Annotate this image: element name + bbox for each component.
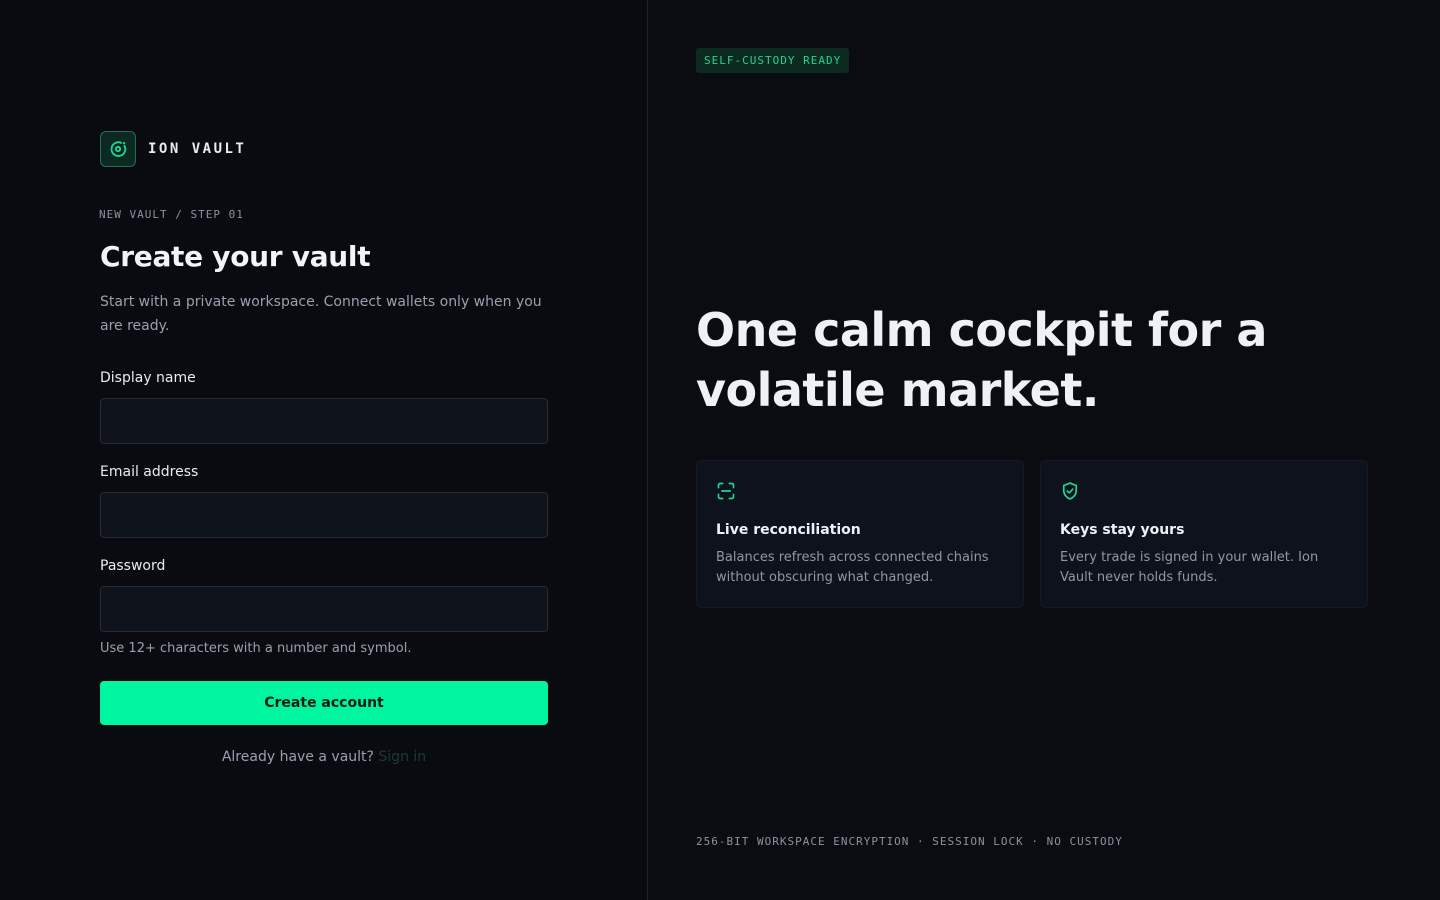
feature-card-keys: Keys stay yours Every trade is signed in… (1040, 460, 1368, 608)
signup-panel: ION VAULT NEW VAULT / STEP 01 Create you… (0, 0, 648, 900)
signup-page: ION VAULT NEW VAULT / STEP 01 Create you… (0, 0, 1440, 900)
feature-card-reconciliation: Live reconciliation Balances refresh acr… (696, 460, 1024, 608)
brand: ION VAULT (100, 131, 246, 167)
hero-headline: One calm cockpit for a volatile market. (696, 303, 1267, 417)
security-footer: 256-BIT WORKSPACE ENCRYPTION · SESSION L… (696, 835, 1123, 848)
step-indicator: NEW VAULT / STEP 01 (99, 208, 244, 221)
signin-row: Already have a vault? Sign in (100, 749, 548, 765)
password-label: Password (100, 558, 166, 574)
card-title: Live reconciliation (716, 522, 861, 538)
page-subtitle: Start with a private workspace. Connect … (100, 294, 542, 334)
email-label: Email address (100, 464, 199, 480)
scan-icon (716, 481, 736, 501)
email-input[interactable] (100, 492, 548, 538)
self-custody-badge: SELF-CUSTODY READY (696, 48, 850, 73)
promo-panel: SELF-CUSTODY READY One calm cockpit for … (648, 0, 1440, 900)
password-input[interactable] (100, 586, 548, 632)
shield-check-icon (1060, 481, 1080, 501)
display-name-label: Display name (100, 370, 196, 386)
create-account-button[interactable]: Create account (100, 681, 548, 725)
card-text: Every trade is signed in your wallet. Io… (1060, 550, 1319, 585)
signin-link[interactable]: Sign in (378, 749, 426, 765)
password-hint: Use 12+ characters with a number and sym… (100, 641, 412, 656)
page-title: Create your vault (100, 240, 371, 273)
card-title: Keys stay yours (1060, 522, 1185, 538)
display-name-input[interactable] (100, 398, 548, 444)
card-text: Balances refresh across connected chains… (716, 550, 989, 585)
orbit-icon (100, 131, 136, 167)
signin-prompt: Already have a vault? (221, 749, 374, 765)
brand-name: ION VAULT (148, 141, 247, 157)
